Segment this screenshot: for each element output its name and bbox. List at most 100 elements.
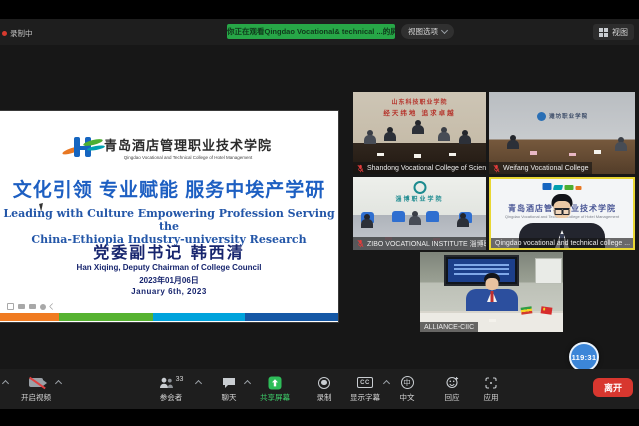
participant-figure <box>409 211 421 225</box>
stripe-blue <box>245 313 338 321</box>
weifang-wall-logo: 潍坊职业学院 <box>537 112 588 121</box>
participants-icon <box>159 377 174 389</box>
slide-date-cn: 2023年01月06日 <box>0 275 338 286</box>
college-name-en: Qingdao Vocational and Technical College… <box>124 155 253 160</box>
recording-indicator: 录制中 <box>2 28 33 39</box>
camera-off-icon <box>29 378 43 387</box>
college-logo-mark-icon <box>66 135 98 163</box>
recording-label: 录制中 <box>10 28 33 39</box>
slide-title: 文化引领 专业赋能 服务中埃产学研 <box>0 175 338 202</box>
participant-figure <box>457 213 469 227</box>
chinese-language-icon: 中 <box>401 376 414 389</box>
captions-cc-icon: CC <box>357 377 373 388</box>
meeting-timer-badge: 119:31 <box>569 342 599 372</box>
start-video-label: 开启视频 <box>21 392 51 403</box>
table-paper <box>414 154 421 158</box>
chair <box>392 211 405 222</box>
weifang-logo-icon <box>537 112 546 121</box>
leave-meeting-button[interactable]: 离开 <box>593 378 633 397</box>
reactions-smiley-icon <box>446 376 459 389</box>
table-paper <box>530 151 537 155</box>
desk-paper <box>489 319 496 323</box>
view-button-label: 视图 <box>612 27 628 38</box>
participants-count: 33 <box>176 376 184 383</box>
qingdao-wall-logo-icon <box>543 183 582 190</box>
participant-name: Weifang Vocational College <box>503 165 588 172</box>
table-paper <box>569 153 576 157</box>
tile-name-label: Shandong Vocational College of Scienc... <box>353 162 486 174</box>
participant-name: ZIBO VOCATIONAL INSTITUTE 淄博职业... <box>367 239 486 249</box>
presenter-face <box>485 278 498 290</box>
tile-name-label: Qingdao vocational and technical college… <box>491 238 634 248</box>
more-options-icon[interactable] <box>40 304 46 310</box>
participant-name: ALLIANCE-CIIC <box>424 324 474 331</box>
college-name-cn: 青岛酒店管理职业技术学院 <box>104 135 272 154</box>
tile-name-label: ZIBO VOCATIONAL INSTITUTE 淄博职业... <box>353 237 486 250</box>
viewing-screen-banner: 你正在观看Qingdao Vocational& technical ...的屏… <box>227 24 395 39</box>
comment-icon[interactable] <box>29 304 36 309</box>
tv-presentation <box>448 259 514 281</box>
speaker-name-cn: 党委副书记 韩西清 <box>0 239 338 263</box>
record-icon <box>318 377 330 389</box>
top-bar: 录制中 你正在观看Qingdao Vocational& technical .… <box>0 19 639 45</box>
participants-options-caret[interactable] <box>195 380 202 387</box>
stripe-green <box>59 313 153 321</box>
speaker-name-en: Han Xiqing, Deputy Chairman of College C… <box>0 263 338 272</box>
slide-date-en: January 6th, 2023 <box>0 287 338 296</box>
china-flag-icon <box>540 306 552 314</box>
stripe-cyan <box>153 313 245 321</box>
language-label: 中文 <box>400 392 415 403</box>
stripe-orange <box>0 313 59 321</box>
zoom-meeting-window: 录制中 你正在观看Qingdao Vocational& technical .… <box>0 0 639 426</box>
shandong-wall-text-2: 经天纬地 追求卓越 <box>353 107 486 117</box>
video-tile-weifang[interactable]: 潍坊职业学院 Weifang Vocational College <box>489 92 635 174</box>
college-logo: 青岛酒店管理职业技术学院 Qingdao Vocational and Tech… <box>0 135 338 163</box>
view-button[interactable]: 视图 <box>593 24 634 40</box>
video-tile-shandong[interactable]: 山东科技职业学院 经天纬地 追求卓越 Shandong Vocational C… <box>353 92 486 174</box>
muted-mic-icon <box>357 239 364 248</box>
share-screen-icon <box>268 376 282 390</box>
table-paper <box>449 153 456 157</box>
participant-figure <box>361 214 373 228</box>
video-tile-zibo[interactable]: 淄博职业学院 ZIBO VOCATIONAL INSTITUTE 淄博职业... <box>353 177 486 250</box>
tile-name-label: ALLIANCE-CIIC <box>420 322 478 332</box>
chair <box>426 211 439 222</box>
presenter-mini-toolbar <box>7 303 55 310</box>
meeting-content-area: 青岛酒店管理职业技术学院 Qingdao Vocational and Tech… <box>0 45 639 369</box>
table-paper <box>594 150 601 154</box>
video-tile-alliance-ciic[interactable]: ALLIANCE-CIIC <box>420 252 563 332</box>
audio-options-caret[interactable] <box>2 380 9 387</box>
language-button[interactable]: 中 中文 <box>382 376 432 403</box>
bottom-toolbar: 开启视频 33 参会者 聊天 <box>0 369 639 409</box>
participants-button[interactable]: 33 参会者 <box>146 376 196 403</box>
participant-figure <box>615 137 627 151</box>
shared-screen-slide: 青岛酒店管理职业技术学院 Qingdao Vocational and Tech… <box>0 111 338 322</box>
slide-bottom-stripe <box>0 313 338 321</box>
weifang-wall-text: 潍坊职业学院 <box>549 112 588 120</box>
muted-mic-icon <box>493 164 500 173</box>
participant-figure <box>364 130 376 144</box>
participant-figure <box>459 130 471 144</box>
chat-icon <box>222 377 236 389</box>
view-options-dropdown[interactable]: 视图选项 <box>401 24 454 39</box>
presenter-tie <box>490 291 493 302</box>
shandong-wall-text-1: 山东科技职业学院 <box>353 97 486 106</box>
share-screen-label: 共享屏幕 <box>260 392 290 403</box>
participant-figure <box>412 120 424 134</box>
participants-label: 参会者 <box>160 392 183 403</box>
start-video-button[interactable]: 开启视频 <box>11 376 61 403</box>
apps-icon <box>485 377 497 389</box>
participant-figure <box>507 135 519 149</box>
share-screen-button[interactable]: 共享屏幕 <box>250 376 300 403</box>
zibo-wall-text: 淄博职业学院 <box>353 194 486 203</box>
reactions-label: 回应 <box>445 392 460 403</box>
muted-mic-icon <box>357 164 364 173</box>
chevron-down-icon <box>441 27 448 34</box>
pen-tool-icon[interactable] <box>18 304 25 309</box>
apps-button[interactable]: 应用 <box>466 376 516 403</box>
laser-pointer-icon[interactable] <box>7 303 14 310</box>
video-tile-qingdao-active-speaker[interactable]: 青岛酒店管理职业技术学院 Qingdao Vocational and Tech… <box>489 177 635 250</box>
collapse-toolbar-icon[interactable] <box>49 303 56 310</box>
participant-figure <box>384 127 396 141</box>
record-label: 录制 <box>317 392 332 403</box>
